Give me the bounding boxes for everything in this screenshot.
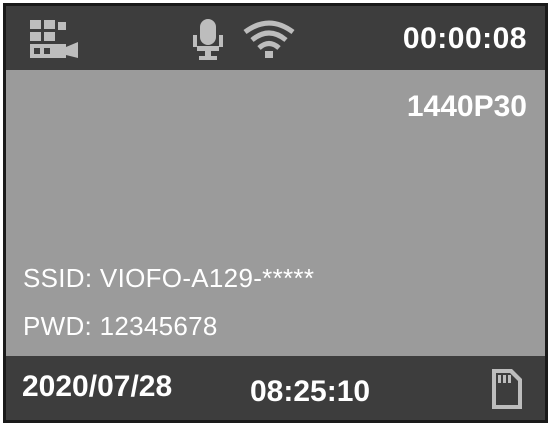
dashcam-screen: 00:00:08 1440P30 SSID: VIOFO-A129-***** … <box>3 3 548 423</box>
resolution-label: 1440P30 <box>406 90 527 123</box>
date-display: 2020/07/28 <box>22 370 173 403</box>
microphone-icon <box>193 19 223 60</box>
wifi-password: PWD: 12345678 <box>23 311 218 341</box>
sd-card-icon <box>492 369 522 409</box>
video-camera-icon <box>30 20 78 58</box>
time-display: 08:25:10 <box>250 375 371 408</box>
footer-bar: 2020/07/28 08:25:10 <box>6 356 545 420</box>
wifi-ssid: SSID: VIOFO-A129-***** <box>23 263 315 293</box>
recording-timer: 00:00:08 <box>402 22 527 55</box>
wifi-icon <box>243 20 295 58</box>
status-bar: 00:00:08 <box>6 6 545 70</box>
